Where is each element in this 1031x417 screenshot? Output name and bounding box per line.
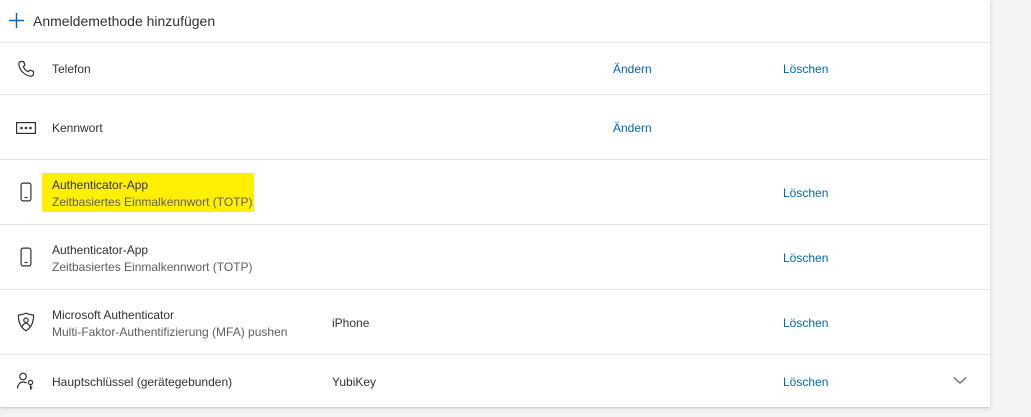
method-title: Authenticator-App xyxy=(52,243,149,257)
mobile-device-icon xyxy=(16,182,36,202)
method-title: Authenticator-App xyxy=(52,178,149,192)
mobile-device-icon xyxy=(16,247,36,267)
method-row-password: Kennwort Ändern xyxy=(0,95,990,160)
microsoft-authenticator-icon xyxy=(16,312,36,332)
password-icon xyxy=(16,118,36,138)
add-sign-in-method-button[interactable]: Anmeldemethode hinzufügen xyxy=(0,0,990,43)
method-row-authenticator-app-highlighted: Authenticator-App Zeitbasiertes Einmalke… xyxy=(0,160,990,225)
method-title: Hauptschlüssel (gerätegebunden) xyxy=(52,375,233,389)
method-device: YubiKey xyxy=(332,375,377,389)
method-row-microsoft-authenticator: Microsoft Authenticator Multi-Faktor-Aut… xyxy=(0,290,990,355)
change-password-link[interactable]: Ändern xyxy=(613,121,652,135)
method-title: Microsoft Authenticator xyxy=(52,308,175,322)
delete-phone-link[interactable]: Löschen xyxy=(783,62,828,76)
security-key-icon xyxy=(16,371,36,391)
sign-in-methods-card: Anmeldemethode hinzufügen Telefon Ändern… xyxy=(0,0,990,407)
method-row-security-key: Hauptschlüssel (gerätegebunden) YubiKey … xyxy=(0,355,990,407)
method-subtitle: Zeitbasiertes Einmalkennwort (TOTP) xyxy=(52,195,253,209)
phone-icon xyxy=(16,59,36,79)
method-subtitle: Zeitbasiertes Einmalkennwort (TOTP) xyxy=(52,260,253,274)
method-row-authenticator-app: Authenticator-App Zeitbasiertes Einmalke… xyxy=(0,225,990,290)
delete-authenticator-app-link[interactable]: Löschen xyxy=(783,251,828,265)
delete-authenticator-app-link[interactable]: Löschen xyxy=(783,186,828,200)
change-phone-link[interactable]: Ändern xyxy=(613,62,652,76)
method-device: iPhone xyxy=(332,316,370,330)
delete-microsoft-authenticator-link[interactable]: Löschen xyxy=(783,316,828,330)
chevron-down-icon[interactable] xyxy=(953,372,967,384)
plus-icon xyxy=(8,12,25,29)
add-sign-in-method-label: Anmeldemethode hinzufügen xyxy=(33,13,216,29)
method-row-phone: Telefon Ändern Löschen xyxy=(0,42,990,95)
delete-security-key-link[interactable]: Löschen xyxy=(783,375,828,389)
method-title: Telefon xyxy=(52,62,91,76)
method-title: Kennwort xyxy=(52,121,103,135)
method-subtitle: Multi-Faktor-Authentifizierung (MFA) pus… xyxy=(52,325,288,339)
